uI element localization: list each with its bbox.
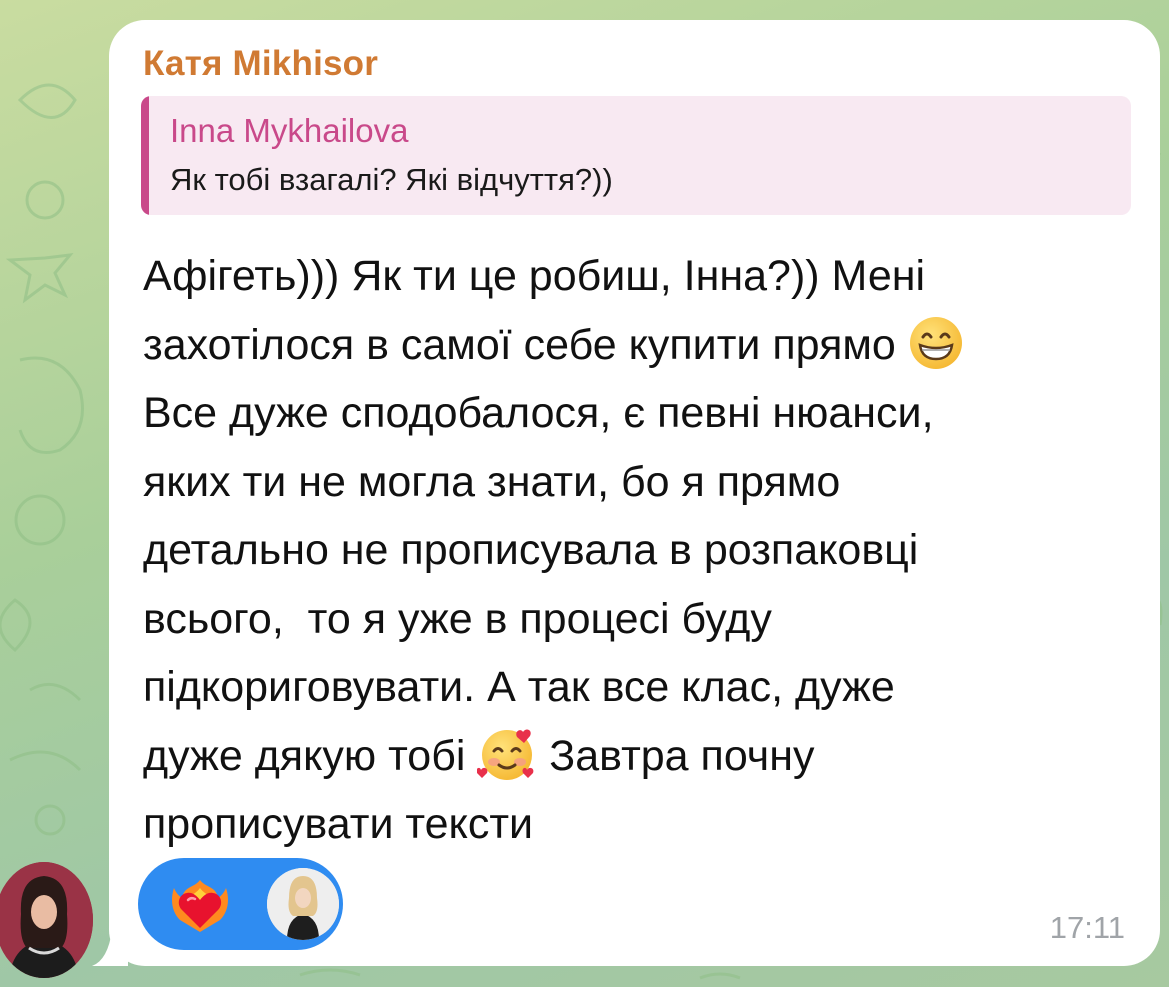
reactor-avatar[interactable] [267, 868, 339, 940]
reply-text: Як тобі взагалі? Які відчуття?)) [170, 162, 613, 197]
message-line-text: захотілося в самої себе купити прямо [143, 320, 896, 369]
message-line: детально не прописувала в розпаковці [143, 526, 919, 574]
grinning-face-emoji-icon [909, 317, 962, 370]
message-line: Все дуже сподобалося, є певні нюанси, [143, 389, 934, 437]
reply-author: Inna Mykhailova [170, 112, 409, 149]
message-line: яких ти не могла знати, бо я прямо [143, 457, 841, 506]
message-line: підкориговувати. А так все клас, дуже [143, 663, 895, 711]
message-bubble[interactable]: Катя Mikhisor Inna Mykhailova Як тобі вз… [109, 20, 1160, 966]
sender-avatar[interactable] [0, 862, 93, 978]
sender-photo [0, 862, 93, 978]
message-text: Афігеть))) Як ти це робиш, Інна?)) Мені … [143, 242, 1143, 859]
smiling-face-with-hearts-emoji-icon [477, 729, 534, 781]
message-line-text: дуже дякую тобі [143, 731, 466, 780]
message-line: всього, то я уже в процесі буду [143, 594, 772, 643]
heart-on-fire-emoji-icon [172, 880, 228, 932]
reactor-photo [267, 868, 339, 940]
message-time: 17:11 [1049, 910, 1125, 945]
reply-preview[interactable]: Inna Mykhailova Як тобі взагалі? Які від… [141, 96, 1131, 215]
message-line: захотілося в самої себе купити прямо [143, 311, 1143, 380]
message-line: дуже дякую тобі Завтра почну [143, 722, 1143, 791]
message-line: Афігеть))) Як ти це робиш, Інна?)) Мені [143, 252, 926, 300]
message-line: прописувати тексти [143, 800, 534, 848]
reactions-pill[interactable] [138, 858, 343, 950]
sender-name[interactable]: Катя Mikhisor [143, 44, 378, 84]
reply-accent-bar [141, 96, 149, 215]
message-line-text: Завтра почну [549, 731, 815, 780]
